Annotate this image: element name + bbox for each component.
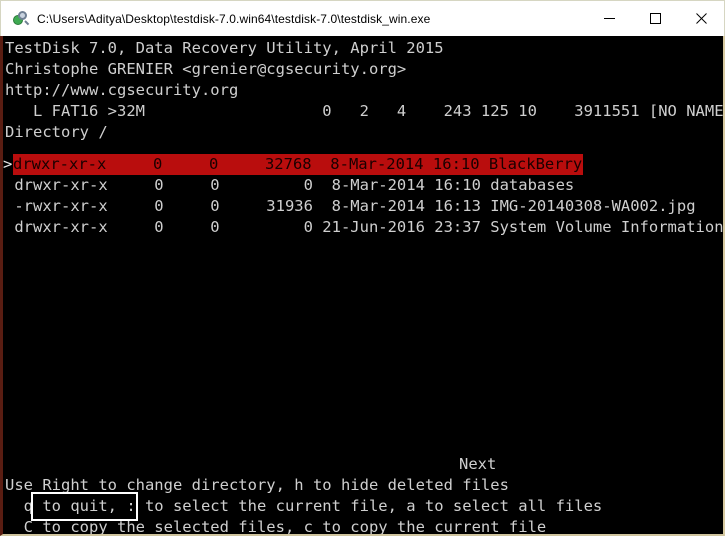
window-titlebar[interactable]: C:\Users\Aditya\Desktop\testdisk-7.0.win…	[0, 0, 725, 36]
help-line-3: C to copy the selected files, c to copy …	[5, 517, 546, 536]
window-title: C:\Users\Aditya\Desktop\testdisk-7.0.win…	[37, 12, 430, 26]
file-list-row[interactable]: -rwxr-xr-x 0 0 31936 8-Mar-2014 16:13 IM…	[5, 196, 696, 217]
header-line-2: Christophe GRENIER <grenier@cgsecurity.o…	[5, 59, 406, 80]
file-list-row-text: drwxr-xr-x 0 0 32768 8-Mar-2014 16:10 Bl…	[13, 154, 583, 175]
console-screen: TestDisk 7.0, Data Recovery Utility, Apr…	[3, 36, 723, 534]
testdisk-console-window: C:\Users\Aditya\Desktop\testdisk-7.0.win…	[0, 0, 725, 536]
file-list-row-selected[interactable]: > drwxr-xr-x 0 0 32768 8-Mar-2014 16:10 …	[3, 154, 583, 175]
header-line-1: TestDisk 7.0, Data Recovery Utility, Apr…	[5, 38, 444, 59]
next-page-label[interactable]: Next	[459, 454, 496, 475]
help-line-1: Use Right to change directory, h to hide…	[5, 475, 509, 496]
minimize-icon[interactable]	[586, 1, 632, 36]
partition-line: L FAT16 >32M 0 2 4 243 125 10 3911551 [N…	[5, 101, 725, 122]
directory-label: Directory /	[5, 122, 108, 143]
file-list-row[interactable]: drwxr-xr-x 0 0 0 21-Jun-2016 23:37 Syste…	[5, 217, 724, 238]
file-list-row[interactable]: drwxr-xr-x 0 0 0 8-Mar-2014 16:10 databa…	[5, 175, 574, 196]
console-viewport[interactable]: TestDisk 7.0, Data Recovery Utility, Apr…	[0, 36, 725, 536]
help-line-2: q to quit, : to select the current file,…	[5, 496, 602, 517]
close-icon[interactable]	[678, 1, 724, 36]
maximize-icon[interactable]	[632, 1, 678, 36]
selection-cursor-icon: >	[3, 154, 13, 175]
testdisk-app-icon	[13, 11, 29, 27]
window-controls	[586, 1, 724, 37]
header-line-3: http://www.cgsecurity.org	[5, 80, 238, 101]
